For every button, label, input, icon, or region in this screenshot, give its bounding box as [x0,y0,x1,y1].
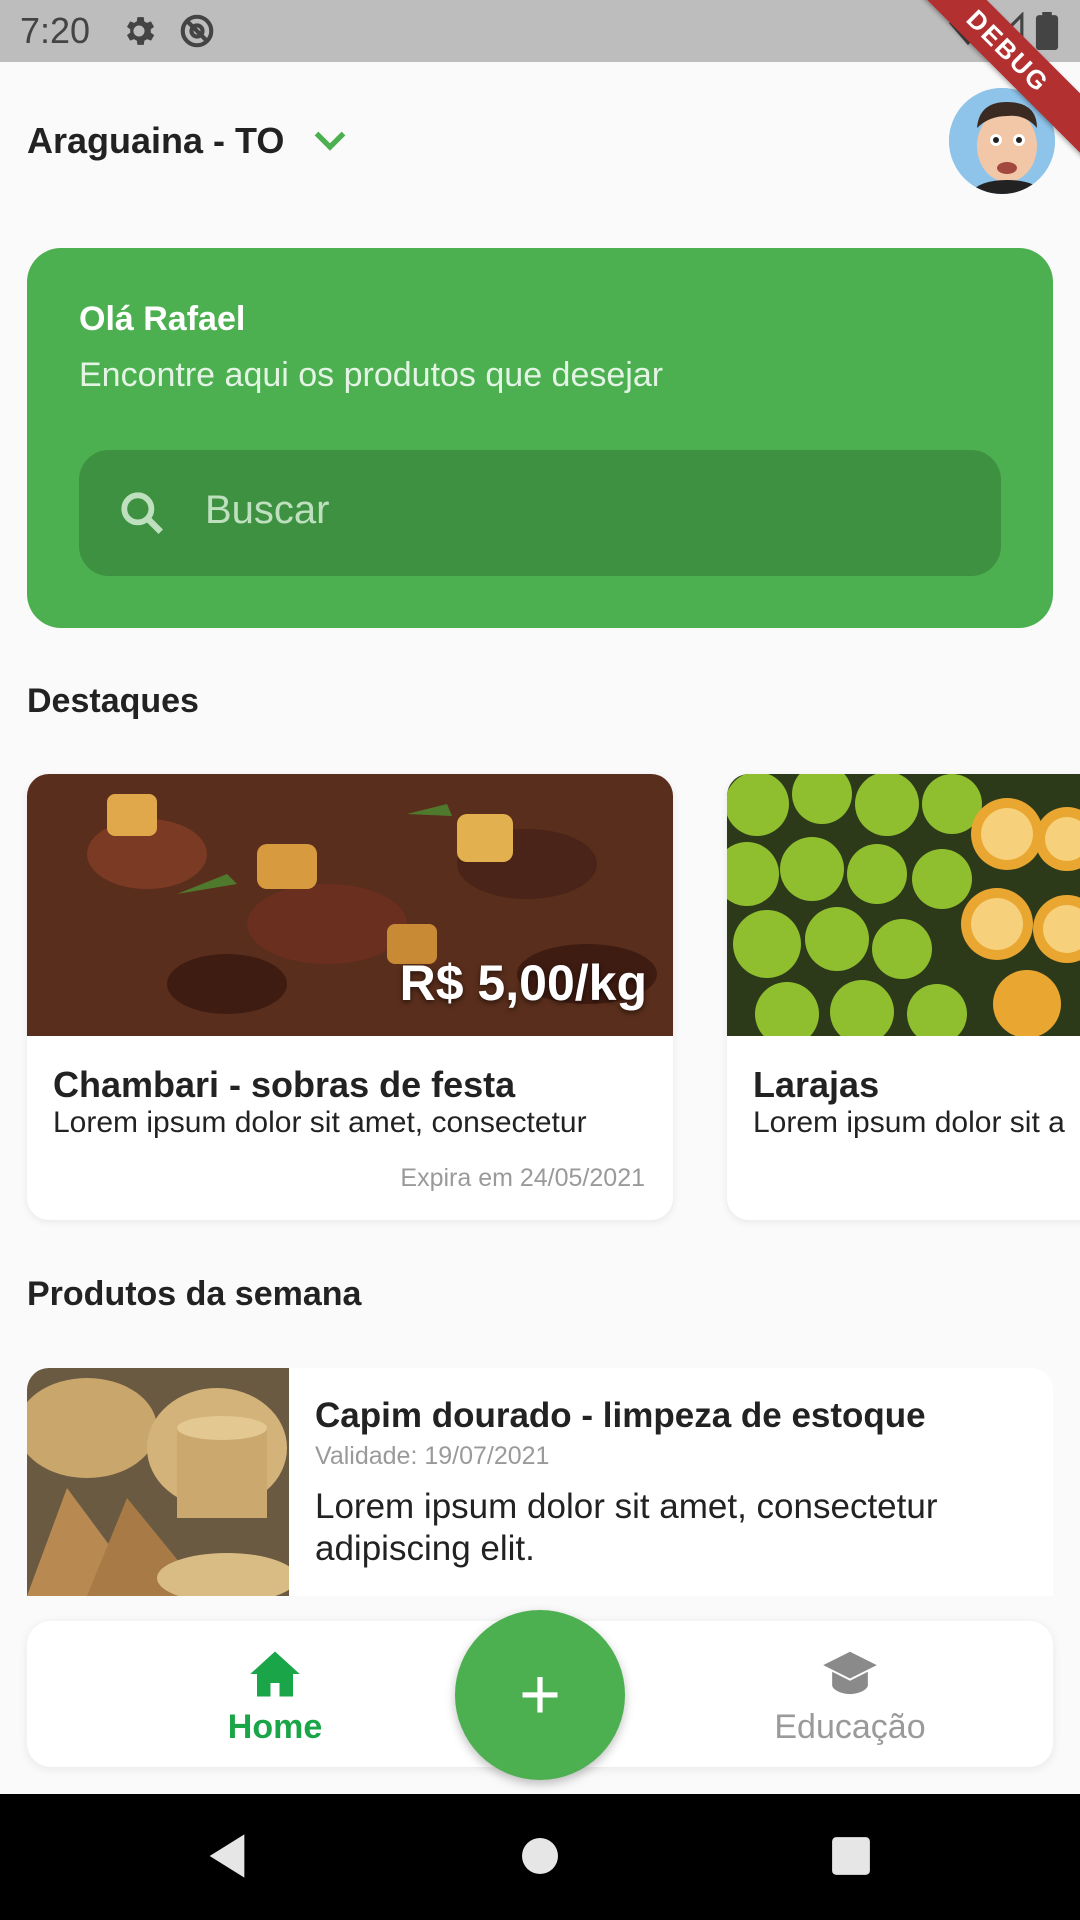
system-navigation-bar [0,1794,1080,1920]
highlight-card[interactable]: R$ 5,00/kg Chambari - sobras de festa Lo… [27,774,673,1220]
welcome-banner: Olá Rafael Encontre aqui os produtos que… [27,248,1053,628]
search-placeholder: Buscar [205,488,330,532]
battery-icon [1035,12,1059,50]
product-title: Chambari - sobras de festa [53,1064,516,1105]
product-image-baskets [27,1368,289,1596]
recents-icon[interactable] [830,1830,872,1882]
nav-home[interactable]: Home [155,1649,395,1747]
product-description: Lorem ipsum dolor sit amet, consectetur [53,1106,587,1139]
plus-icon: + [518,1655,562,1735]
home-circle-icon[interactable] [520,1830,560,1882]
add-button[interactable]: + [455,1610,625,1780]
product-price: R$ 5,00/kg [399,955,647,1011]
greeting-text: Olá Rafael [79,300,246,338]
search-icon [121,492,163,534]
product-image-oranges [727,774,1080,1036]
highlight-card[interactable]: Larajas Lorem ipsum dolor sit a [727,774,1080,1220]
status-bar: 7:20 [0,0,1080,62]
product-description: Lorem ipsum dolor sit amet, consectetur … [315,1487,938,1568]
graduation-cap-icon [823,1651,877,1695]
product-validity: Validade: 19/07/2021 [315,1442,550,1470]
status-time: 7:20 [20,10,91,51]
back-icon[interactable] [205,1830,249,1882]
location-label: Araguaina - TO [27,120,285,161]
location-selector[interactable]: Araguaina - TO [27,120,348,162]
product-description: Lorem ipsum dolor sit a [753,1106,1065,1139]
week-product-card[interactable]: Capim dourado - limpeza de estoque Valid… [27,1368,1053,1596]
product-title: Larajas [753,1064,880,1105]
welcome-subtitle: Encontre aqui os produtos que desejar [79,356,664,394]
week-products-title: Produtos da semana [27,1275,362,1313]
highlights-title: Destaques [27,682,199,720]
home-icon [250,1651,300,1697]
settings-icon [126,17,155,45]
product-title: Capim dourado - limpeza de estoque [315,1396,926,1435]
chevron-down-icon [315,131,346,151]
nav-education[interactable]: Educação [730,1649,970,1747]
at-icon [180,14,214,48]
nav-home-label: Home [227,1708,323,1746]
product-expiry: Expira em 24/05/2021 [400,1164,645,1192]
search-input[interactable]: Buscar [79,450,1001,576]
nav-education-label: Educação [774,1708,926,1746]
